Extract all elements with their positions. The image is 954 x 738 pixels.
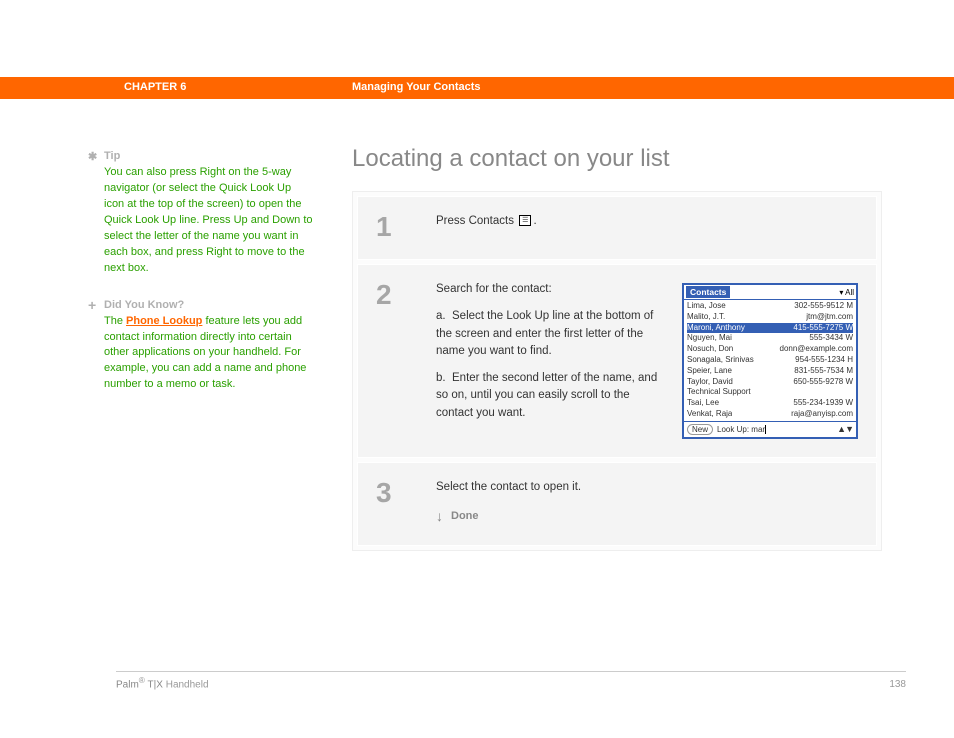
dyk-body: The Phone Lookup feature lets you add co… [104, 314, 314, 394]
tip-body: You can also press Right on the 5-way na… [104, 165, 314, 277]
did-you-know-block: + Did You Know? The Phone Lookup feature… [104, 299, 314, 394]
screenshot-footer: New Look Up: mar ▲▼ [684, 421, 856, 437]
screenshot-title: Contacts [686, 286, 730, 298]
contact-row: Malito, J.T.jtm@jtm.com [687, 312, 853, 323]
contact-row: Taylor, David650-555-9278 W [687, 377, 853, 388]
contacts-list: Lima, Jose302-555-9512 MMalito, J.T.jtm@… [684, 300, 856, 421]
step-number: 2 [376, 281, 436, 309]
contact-row: Venkat, Rajaraja@anyisp.com [687, 409, 853, 420]
new-button: New [687, 424, 713, 435]
tip-heading: ✱ Tip [104, 150, 314, 162]
sidebar: ✱ Tip You can also press Right on the 5-… [104, 150, 314, 393]
contact-row: Speier, Lane831-555-7534 M [687, 366, 853, 377]
page-number: 138 [889, 679, 906, 690]
main-content: Locating a contact on your list 1 Press … [352, 145, 882, 551]
plus-icon: + [88, 297, 96, 313]
substep-b: b.Enter the second letter of the name, a… [436, 370, 661, 422]
steps-container: 1 Press Contacts ☰. 2 Search for the con… [352, 191, 882, 551]
footer-brand: Palm® T|X Handheld [116, 675, 209, 690]
contact-row: Nosuch, Dondonn@example.com [687, 344, 853, 355]
chapter-label: CHAPTER 6 [124, 81, 186, 93]
step-body: Press Contacts ☰. [436, 213, 858, 230]
contact-row: Sonagala, Srinivas954-555-1234 H [687, 355, 853, 366]
step-number: 1 [376, 213, 436, 241]
contact-row: Tsai, Lee555-234-1939 W [687, 398, 853, 409]
step-3: 3 Select the contact to open it. ↓ Done [357, 462, 877, 546]
scroll-buttons-icon: ▲▼ [837, 424, 853, 434]
chapter-header-bar: CHAPTER 6 Managing Your Contacts [0, 77, 954, 99]
step-body: Search for the contact: a.Select the Loo… [436, 281, 670, 432]
category-dropdown: ▾ All [839, 288, 854, 297]
substep-a: a.Select the Look Up line at the bottom … [436, 308, 661, 360]
contact-row: Technical Support [687, 387, 853, 398]
chapter-title: Managing Your Contacts [352, 81, 481, 93]
done-indicator: ↓ Done [436, 506, 858, 527]
contact-row: Nguyen, Mai555-3434 W [687, 333, 853, 344]
step-1: 1 Press Contacts ☰. [357, 196, 877, 260]
contacts-icon: ☰ [519, 215, 531, 226]
contacts-app-screenshot: Contacts ▾ All Lima, Jose302-555-9512 MM… [682, 283, 858, 439]
page-title: Locating a contact on your list [352, 145, 882, 173]
dyk-heading: + Did You Know? [104, 299, 314, 311]
screenshot-title-bar: Contacts ▾ All [684, 285, 856, 300]
contact-row: Maroni, Anthony415-555-7275 W [687, 323, 853, 334]
asterisk-icon: ✱ [88, 150, 97, 163]
tip-block: ✱ Tip You can also press Right on the 5-… [104, 150, 314, 277]
step-body: Select the contact to open it. ↓ Done [436, 479, 858, 527]
contact-row: Lima, Jose302-555-9512 M [687, 301, 853, 312]
step-2: 2 Search for the contact: a.Select the L… [357, 264, 877, 458]
step-number: 3 [376, 479, 436, 507]
phone-lookup-link[interactable]: Phone Lookup [126, 315, 202, 327]
down-arrow-icon: ↓ [436, 506, 443, 527]
lookup-field: Look Up: mar [717, 425, 837, 434]
footer-rule [116, 671, 906, 672]
